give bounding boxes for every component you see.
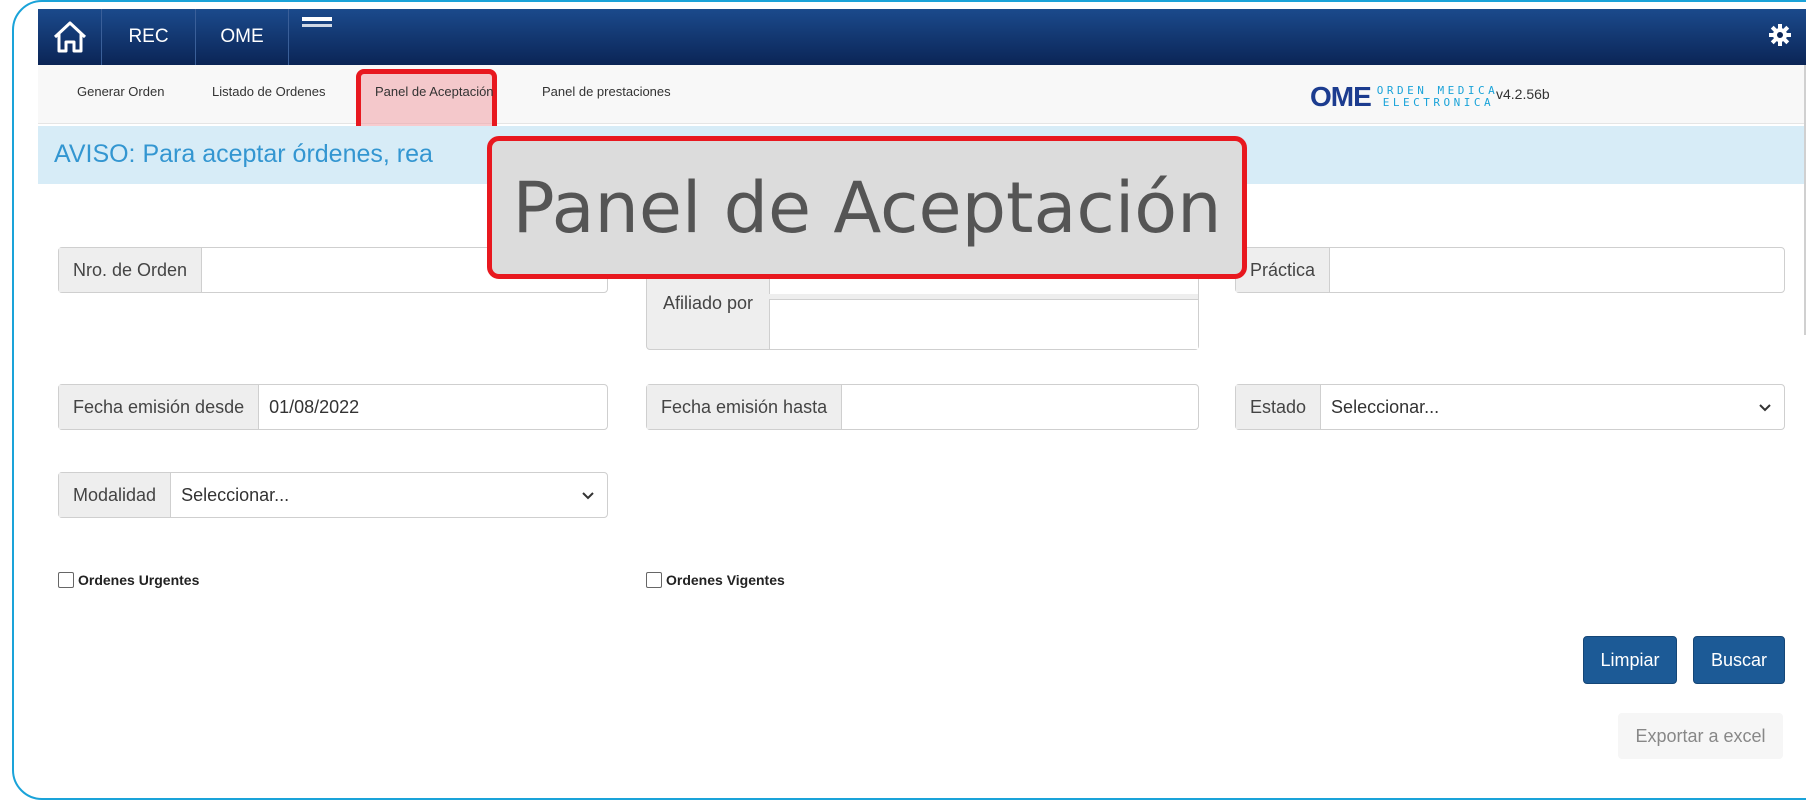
urgentes-label: Ordenes Urgentes xyxy=(78,572,200,588)
practica-group: Práctica xyxy=(1235,247,1785,293)
logo-subtitle: ORDEN MEDICA ELECTRONICA xyxy=(1377,85,1498,109)
app-window: REC OME Generar Orden Listado de Ordenes… xyxy=(38,9,1806,779)
chevron-down-icon xyxy=(582,492,594,500)
practica-input[interactable] xyxy=(1330,248,1784,292)
modalidad-label: Modalidad xyxy=(59,473,172,517)
modalidad-group: Modalidad Seleccionar... xyxy=(58,472,608,518)
rec-link[interactable]: REC xyxy=(102,9,196,65)
afiliado-label: Afiliado por xyxy=(663,293,754,313)
afiliado-input[interactable] xyxy=(769,299,1198,349)
nro-orden-label: Nro. de Orden xyxy=(59,248,203,292)
tab-listado-ordenes[interactable]: Listado de Ordenes xyxy=(212,84,325,99)
tab-panel-prestaciones[interactable]: Panel de prestaciones xyxy=(542,84,671,99)
checkbox-box[interactable] xyxy=(646,572,662,588)
logo-text: OME xyxy=(1310,81,1372,112)
gear-icon[interactable] xyxy=(1768,23,1792,47)
fecha-hasta-label: Fecha emisión hasta xyxy=(647,385,843,429)
fecha-desde-input[interactable]: 01/08/2022 xyxy=(259,385,607,429)
estado-label: Estado xyxy=(1236,385,1322,429)
estado-select[interactable]: Seleccionar... xyxy=(1321,385,1758,429)
urgentes-checkbox[interactable]: Ordenes Urgentes xyxy=(58,572,199,588)
menu-button[interactable] xyxy=(289,9,344,65)
practica-label: Práctica xyxy=(1236,248,1331,292)
ome-logo: OME ORDEN MEDICA ELECTRONICA xyxy=(1310,81,1498,113)
callout-label: Panel de Aceptación xyxy=(487,136,1247,279)
secondary-nav: Generar Orden Listado de Ordenes Panel d… xyxy=(38,65,1806,137)
fecha-hasta-input[interactable] xyxy=(842,385,1198,429)
tab-generar-orden[interactable]: Generar Orden xyxy=(77,84,164,99)
vigentes-label: Ordenes Vigentes xyxy=(666,572,785,588)
fecha-hasta-group: Fecha emisión hasta xyxy=(646,384,1199,430)
ome-link[interactable]: OME xyxy=(196,9,289,65)
chevron-down-icon xyxy=(1759,404,1771,412)
top-navbar: REC OME xyxy=(38,9,1806,65)
fecha-desde-group: Fecha emisión desde 01/08/2022 xyxy=(58,384,608,430)
fecha-desde-label: Fecha emisión desde xyxy=(59,385,260,429)
modalidad-select[interactable]: Seleccionar... xyxy=(171,473,581,517)
tab-panel-aceptacion[interactable]: Panel de Aceptación xyxy=(375,84,494,99)
estado-group: Estado Seleccionar... xyxy=(1235,384,1785,430)
checkbox-box[interactable] xyxy=(58,572,74,588)
home-button[interactable] xyxy=(38,9,102,65)
logo-line2: ELECTRONICA xyxy=(1382,96,1495,109)
home-icon xyxy=(53,21,86,53)
buscar-button[interactable]: Buscar xyxy=(1693,636,1785,684)
limpiar-button[interactable]: Limpiar xyxy=(1583,636,1677,684)
version-label: v4.2.56b xyxy=(1496,86,1550,102)
exportar-excel-button[interactable]: Exportar a excel xyxy=(1618,713,1783,759)
vigentes-checkbox[interactable]: Ordenes Vigentes xyxy=(646,572,785,588)
hamburger-icon xyxy=(301,17,332,27)
